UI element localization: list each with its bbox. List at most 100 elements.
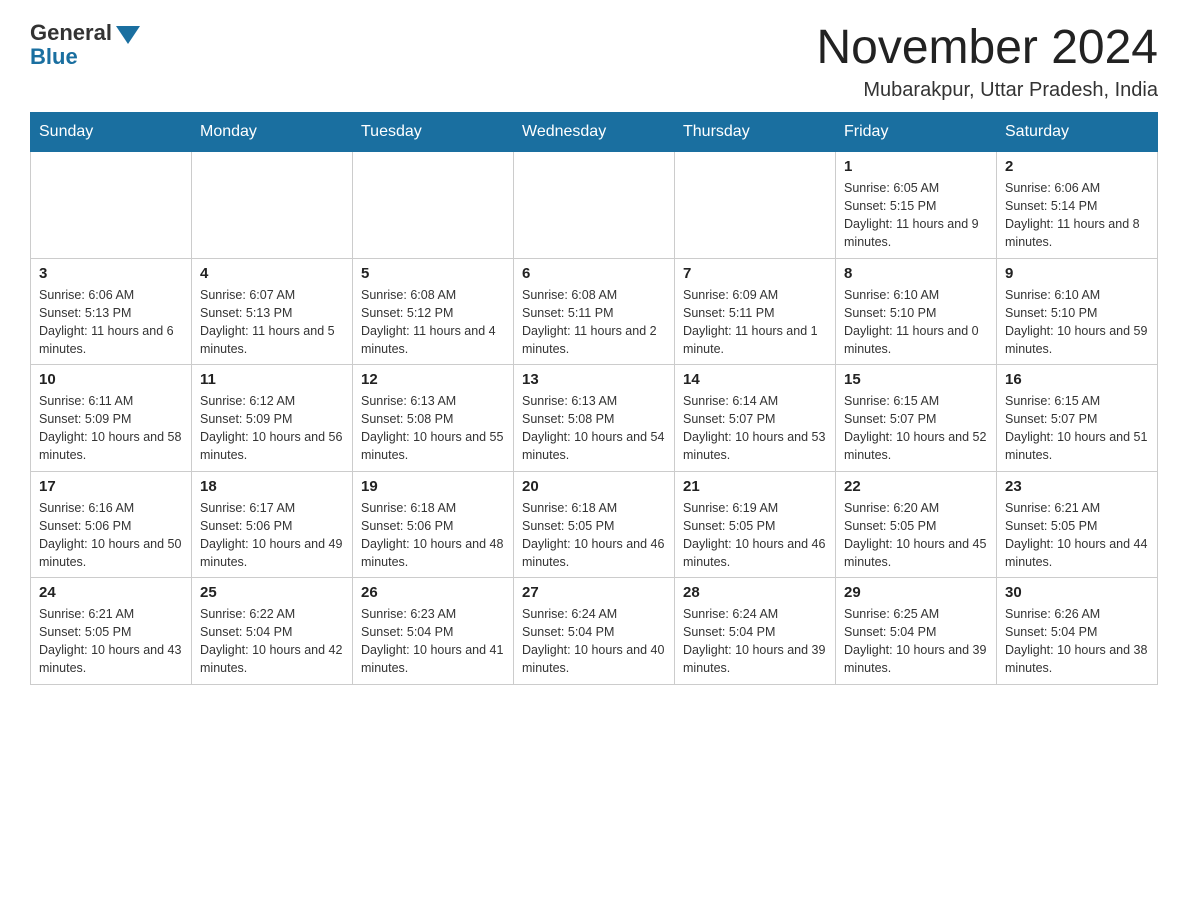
calendar-day-cell: 4 Sunrise: 6:07 AMSunset: 5:13 PMDaylight… [192, 258, 353, 365]
day-info: Sunrise: 6:07 AMSunset: 5:13 PMDaylight:… [200, 286, 344, 359]
day-info: Sunrise: 6:08 AMSunset: 5:12 PMDaylight:… [361, 286, 505, 359]
calendar-day-cell: 28Sunrise: 6:24 AMSunset: 5:04 PMDayligh… [675, 578, 836, 685]
day-number: 25 [200, 584, 344, 601]
page-header: General Blue November 2024 Mubarakpur, U… [30, 20, 1158, 102]
calendar-day-cell: 11 Sunrise: 6:12 AMSunset: 5:09 PMDayligh… [192, 365, 353, 472]
day-info: Sunrise: 6:11 AMSunset: 5:09 PMDaylight:… [39, 392, 183, 465]
weekday-header: Saturday [997, 113, 1158, 152]
day-number: 21 [683, 478, 827, 495]
month-title: November 2024 [816, 20, 1158, 75]
day-info: Sunrise: 6:18 AMSunset: 5:06 PMDaylight:… [361, 499, 505, 572]
day-info: Sunrise: 6:21 AMSunset: 5:05 PMDaylight:… [1005, 499, 1149, 572]
calendar-day-cell: 10 Sunrise: 6:11 AMSunset: 5:09 PMDayligh… [31, 365, 192, 472]
day-number: 16 [1005, 371, 1149, 388]
day-info: Sunrise: 6:10 AMSunset: 5:10 PMDaylight:… [844, 286, 988, 359]
calendar-day-cell: 25 Sunrise: 6:22 AMSunset: 5:04 PMDayligh… [192, 578, 353, 685]
calendar-week-row: 1 Sunrise: 6:05 AMSunset: 5:15 PMDaylight… [31, 152, 1158, 259]
logo-blue-text: Blue [30, 44, 78, 70]
day-info: Sunrise: 6:20 AMSunset: 5:05 PMDaylight:… [844, 499, 988, 572]
day-info: Sunrise: 6:23 AMSunset: 5:04 PMDaylight:… [361, 605, 505, 678]
calendar-day-cell: 21 Sunrise: 6:19 AMSunset: 5:05 PMDayligh… [675, 471, 836, 578]
calendar-week-row: 17Sunrise: 6:16 AMSunset: 5:06 PMDayligh… [31, 471, 1158, 578]
calendar-day-cell [353, 152, 514, 259]
day-number: 23 [1005, 478, 1149, 495]
day-number: 27 [522, 584, 666, 601]
weekday-header: Tuesday [353, 113, 514, 152]
day-info: Sunrise: 6:16 AMSunset: 5:06 PMDaylight:… [39, 499, 183, 572]
calendar-week-row: 24 Sunrise: 6:21 AMSunset: 5:05 PMDayligh… [31, 578, 1158, 685]
day-info: Sunrise: 6:08 AMSunset: 5:11 PMDaylight:… [522, 286, 666, 359]
day-number: 29 [844, 584, 988, 601]
calendar-day-cell [192, 152, 353, 259]
calendar-day-cell: 14 Sunrise: 6:14 AMSunset: 5:07 PMDayligh… [675, 365, 836, 472]
day-info: Sunrise: 6:26 AMSunset: 5:04 PMDaylight:… [1005, 605, 1149, 678]
calendar-day-cell: 26 Sunrise: 6:23 AMSunset: 5:04 PMDayligh… [353, 578, 514, 685]
day-number: 26 [361, 584, 505, 601]
day-number: 5 [361, 265, 505, 282]
calendar-day-cell [675, 152, 836, 259]
location: Mubarakpur, Uttar Pradesh, India [816, 79, 1158, 102]
day-number: 4 [200, 265, 344, 282]
day-info: Sunrise: 6:10 AMSunset: 5:10 PMDaylight:… [1005, 286, 1149, 359]
day-info: Sunrise: 6:15 AMSunset: 5:07 PMDaylight:… [844, 392, 988, 465]
weekday-header: Friday [836, 113, 997, 152]
weekday-header: Monday [192, 113, 353, 152]
calendar-day-cell: 12Sunrise: 6:13 AMSunset: 5:08 PMDayligh… [353, 365, 514, 472]
day-number: 20 [522, 478, 666, 495]
calendar-day-cell: 7 Sunrise: 6:09 AMSunset: 5:11 PMDaylight… [675, 258, 836, 365]
calendar-day-cell: 3 Sunrise: 6:06 AMSunset: 5:13 PMDaylight… [31, 258, 192, 365]
day-info: Sunrise: 6:18 AMSunset: 5:05 PMDaylight:… [522, 499, 666, 572]
calendar-day-cell: 9 Sunrise: 6:10 AMSunset: 5:10 PMDaylight… [997, 258, 1158, 365]
weekday-header: Thursday [675, 113, 836, 152]
calendar-table: SundayMondayTuesdayWednesdayThursdayFrid… [30, 112, 1158, 685]
day-number: 6 [522, 265, 666, 282]
calendar-day-cell: 23 Sunrise: 6:21 AMSunset: 5:05 PMDayligh… [997, 471, 1158, 578]
calendar-day-cell: 24 Sunrise: 6:21 AMSunset: 5:05 PMDayligh… [31, 578, 192, 685]
day-number: 24 [39, 584, 183, 601]
calendar-day-cell: 5 Sunrise: 6:08 AMSunset: 5:12 PMDaylight… [353, 258, 514, 365]
day-info: Sunrise: 6:13 AMSunset: 5:08 PMDaylight:… [522, 392, 666, 465]
logo: General Blue [30, 20, 140, 70]
calendar-day-cell: 16 Sunrise: 6:15 AMSunset: 5:07 PMDayligh… [997, 365, 1158, 472]
calendar-day-cell: 30Sunrise: 6:26 AMSunset: 5:04 PMDayligh… [997, 578, 1158, 685]
calendar-day-cell [31, 152, 192, 259]
day-number: 14 [683, 371, 827, 388]
calendar-week-row: 3 Sunrise: 6:06 AMSunset: 5:13 PMDaylight… [31, 258, 1158, 365]
calendar-day-cell: 18Sunrise: 6:17 AMSunset: 5:06 PMDayligh… [192, 471, 353, 578]
weekday-header-row: SundayMondayTuesdayWednesdayThursdayFrid… [31, 113, 1158, 152]
day-number: 28 [683, 584, 827, 601]
calendar-day-cell: 2Sunrise: 6:06 AMSunset: 5:14 PMDaylight… [997, 152, 1158, 259]
day-info: Sunrise: 6:13 AMSunset: 5:08 PMDaylight:… [361, 392, 505, 465]
day-number: 15 [844, 371, 988, 388]
day-number: 1 [844, 158, 988, 175]
day-number: 11 [200, 371, 344, 388]
day-number: 7 [683, 265, 827, 282]
day-number: 19 [361, 478, 505, 495]
calendar-day-cell: 27 Sunrise: 6:24 AMSunset: 5:04 PMDayligh… [514, 578, 675, 685]
day-number: 10 [39, 371, 183, 388]
logo-arrow-icon [116, 26, 140, 44]
calendar-day-cell: 19 Sunrise: 6:18 AMSunset: 5:06 PMDayligh… [353, 471, 514, 578]
day-info: Sunrise: 6:05 AMSunset: 5:15 PMDaylight:… [844, 179, 988, 252]
day-number: 3 [39, 265, 183, 282]
day-info: Sunrise: 6:09 AMSunset: 5:11 PMDaylight:… [683, 286, 827, 359]
day-info: Sunrise: 6:19 AMSunset: 5:05 PMDaylight:… [683, 499, 827, 572]
day-info: Sunrise: 6:06 AMSunset: 5:13 PMDaylight:… [39, 286, 183, 359]
title-block: November 2024 Mubarakpur, Uttar Pradesh,… [816, 20, 1158, 102]
day-number: 9 [1005, 265, 1149, 282]
calendar-week-row: 10 Sunrise: 6:11 AMSunset: 5:09 PMDayligh… [31, 365, 1158, 472]
calendar-day-cell: 8 Sunrise: 6:10 AMSunset: 5:10 PMDaylight… [836, 258, 997, 365]
calendar-day-cell: 6 Sunrise: 6:08 AMSunset: 5:11 PMDaylight… [514, 258, 675, 365]
calendar-day-cell: 20 Sunrise: 6:18 AMSunset: 5:05 PMDayligh… [514, 471, 675, 578]
day-info: Sunrise: 6:24 AMSunset: 5:04 PMDaylight:… [522, 605, 666, 678]
weekday-header: Wednesday [514, 113, 675, 152]
day-info: Sunrise: 6:12 AMSunset: 5:09 PMDaylight:… [200, 392, 344, 465]
day-info: Sunrise: 6:21 AMSunset: 5:05 PMDaylight:… [39, 605, 183, 678]
calendar-day-cell: 17Sunrise: 6:16 AMSunset: 5:06 PMDayligh… [31, 471, 192, 578]
day-number: 8 [844, 265, 988, 282]
day-info: Sunrise: 6:22 AMSunset: 5:04 PMDaylight:… [200, 605, 344, 678]
logo-general-text: General [30, 20, 112, 46]
day-info: Sunrise: 6:14 AMSunset: 5:07 PMDaylight:… [683, 392, 827, 465]
day-info: Sunrise: 6:15 AMSunset: 5:07 PMDaylight:… [1005, 392, 1149, 465]
day-info: Sunrise: 6:25 AMSunset: 5:04 PMDaylight:… [844, 605, 988, 678]
